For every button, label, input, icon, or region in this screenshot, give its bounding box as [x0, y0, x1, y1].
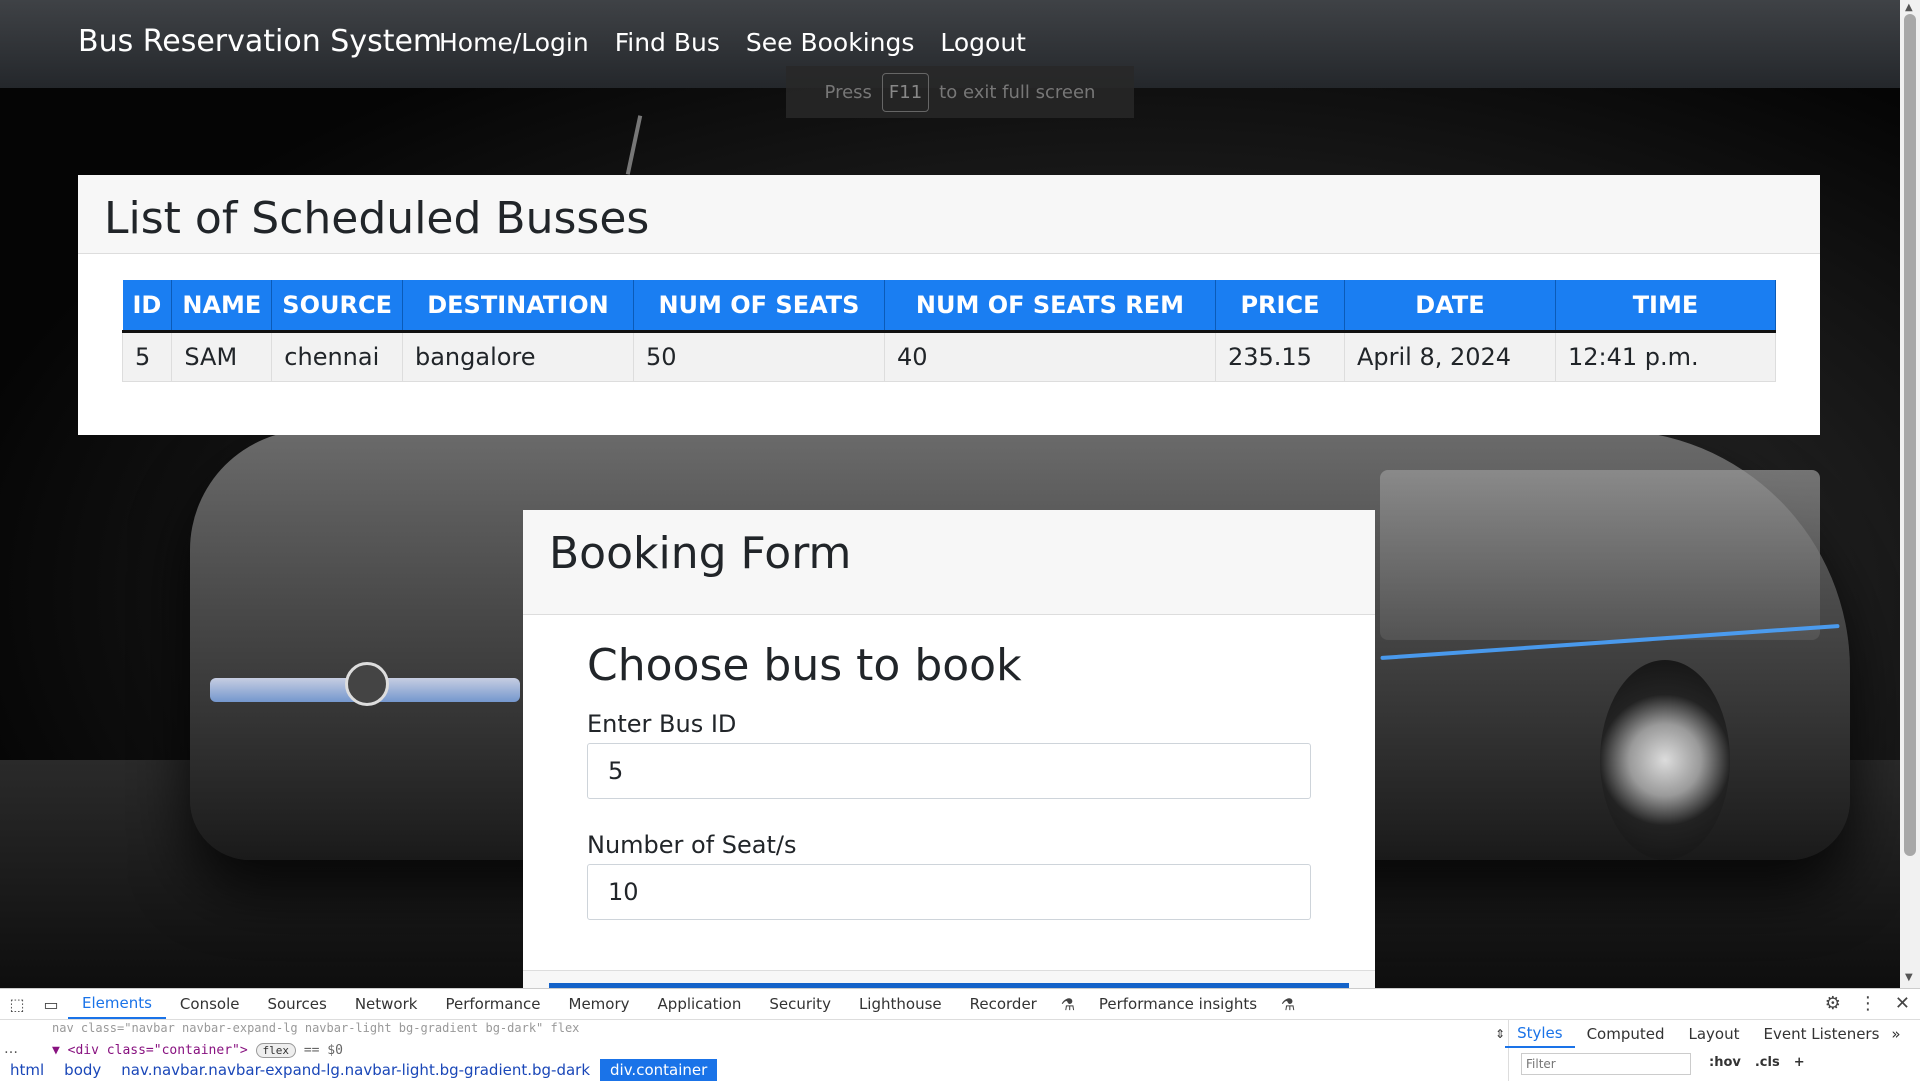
crumb-nav[interactable]: nav.navbar.navbar-expand-lg.navbar-light… — [111, 1059, 600, 1081]
styles-panel: ⇕ Styles Computed Layout Event Listeners… — [1495, 1019, 1920, 1081]
devtools-actions: ⚙ ⋮ ✕ — [1825, 993, 1910, 1014]
col-price: PRICE — [1215, 280, 1345, 333]
settings-gear-icon[interactable]: ⚙ — [1825, 993, 1841, 1014]
tab-event-listeners[interactable]: Event Listeners — [1752, 1025, 1892, 1043]
hov-toggle[interactable]: :hov — [1709, 1055, 1741, 1070]
device-toolbar-icon[interactable]: ▭ — [34, 995, 68, 1014]
cls-toggle[interactable]: .cls — [1755, 1055, 1780, 1070]
bus-id-input[interactable] — [587, 743, 1311, 799]
fullscreen-hint-press: Press — [824, 81, 872, 103]
tab-network[interactable]: Network — [341, 995, 432, 1013]
fullscreen-hint-key: F11 — [881, 72, 930, 112]
tab-console[interactable]: Console — [166, 995, 254, 1013]
cell-date: April 8, 2024 — [1344, 331, 1556, 382]
nav-links: Home/Login Find Bus See Bookings Logout — [439, 28, 1026, 57]
bus-window — [1380, 470, 1820, 640]
tab-application[interactable]: Application — [644, 995, 756, 1013]
col-id: ID — [122, 280, 173, 333]
busses-table: ID NAME SOURCE DESTINATION NUM OF SEATS … — [121, 280, 1777, 382]
booking-subtitle: Choose bus to book — [587, 640, 1022, 691]
more-tabs-icon[interactable]: » — [1891, 1025, 1900, 1043]
col-num-seats-rem: NUM OF SEATS REM — [884, 280, 1216, 333]
cell-destination: bangalore — [402, 331, 634, 382]
booking-form-title: Booking Form — [549, 528, 852, 579]
brand-link[interactable]: Bus Reservation System — [78, 24, 442, 59]
cell-id: 5 — [121, 331, 173, 382]
cell-time: 12:41 p.m. — [1555, 331, 1777, 382]
cell-num-seats: 50 — [633, 331, 885, 382]
bus-wheel — [1600, 660, 1730, 860]
bus-logo-icon — [345, 662, 389, 706]
flex-badge[interactable]: flex — [255, 1043, 296, 1058]
seats-label: Number of Seat/s — [587, 831, 797, 859]
fullscreen-hint-rest: to exit full screen — [939, 81, 1096, 103]
tab-elements[interactable]: Elements — [68, 989, 166, 1019]
cell-name: SAM — [171, 331, 273, 382]
tab-memory[interactable]: Memory — [555, 995, 644, 1013]
table-row: 5 SAM chennai bangalore 50 40 235.15 Apr… — [121, 331, 1777, 382]
page-scrollbar[interactable]: ▲ ▼ — [1900, 0, 1920, 988]
dom-line-faded[interactable]: nav class="navbar navbar-expand-lg navba… — [52, 1021, 672, 1035]
resize-handle-icon[interactable]: ⇕ — [1495, 1027, 1505, 1041]
flask-icon: ⚗ — [1060, 994, 1076, 1014]
tab-computed[interactable]: Computed — [1575, 1025, 1677, 1043]
breadcrumb: html body nav.navbar.navbar-expand-lg.na… — [0, 1059, 718, 1081]
seats-input[interactable] — [587, 864, 1311, 920]
scroll-thumb[interactable] — [1904, 14, 1916, 856]
scroll-up-icon[interactable]: ▲ — [1905, 2, 1913, 13]
dom-tag: <div class="container"> — [67, 1043, 248, 1058]
flask-icon: ⚗ — [1280, 994, 1296, 1014]
styles-filter-input[interactable] — [1521, 1053, 1691, 1075]
devtools-panel: ⬚ ▭ Elements Console Sources Network Per… — [0, 988, 1920, 1081]
crumb-body[interactable]: body — [54, 1059, 111, 1081]
col-num-seats: NUM OF SEATS — [633, 280, 885, 333]
styles-tools: :hov .cls + — [1709, 1055, 1805, 1070]
col-source: SOURCE — [271, 280, 403, 333]
crumb-html[interactable]: html — [0, 1059, 54, 1081]
styles-tabbar: ⇕ Styles Computed Layout Event Listeners… — [1495, 1019, 1920, 1049]
ellipsis-icon[interactable]: … — [4, 1041, 18, 1057]
fullscreen-hint: Press F11 to exit full screen — [786, 66, 1134, 118]
add-rule-icon[interactable]: + — [1794, 1055, 1805, 1070]
table-header-row: ID NAME SOURCE DESTINATION NUM OF SEATS … — [122, 280, 1777, 333]
dom-line-selected[interactable]: ▼ <div class="container"> flex == $0 — [52, 1043, 343, 1058]
cell-num-seats-rem: 40 — [884, 331, 1216, 382]
col-name: NAME — [171, 280, 273, 333]
col-date: DATE — [1344, 280, 1556, 333]
booking-form-card: Booking Form Choose bus to book Enter Bu… — [523, 510, 1375, 988]
tab-styles[interactable]: Styles — [1505, 1020, 1575, 1048]
inspect-element-icon[interactable]: ⬚ — [0, 995, 34, 1014]
tab-performance[interactable]: Performance — [431, 995, 554, 1013]
col-destination: DESTINATION — [402, 280, 634, 333]
tab-security[interactable]: Security — [755, 995, 845, 1013]
nav-home-login[interactable]: Home/Login — [439, 28, 589, 57]
col-time: TIME — [1555, 280, 1777, 333]
tab-recorder[interactable]: Recorder — [956, 995, 1051, 1013]
tab-performance-insights[interactable]: Performance insights — [1085, 995, 1271, 1013]
tab-lighthouse[interactable]: Lighthouse — [845, 995, 956, 1013]
bus-id-label: Enter Bus ID — [587, 710, 737, 738]
tab-sources[interactable]: Sources — [253, 995, 340, 1013]
devtools-tabbar: ⬚ ▭ Elements Console Sources Network Per… — [0, 989, 1920, 1020]
nav-see-bookings[interactable]: See Bookings — [746, 28, 914, 57]
close-icon[interactable]: ✕ — [1895, 993, 1910, 1014]
bus-antenna — [625, 115, 643, 175]
crumb-container[interactable]: div.container — [600, 1059, 718, 1081]
more-options-icon[interactable]: ⋮ — [1859, 993, 1877, 1014]
dom-eq: == $0 — [303, 1043, 343, 1058]
nav-find-bus[interactable]: Find Bus — [615, 28, 720, 57]
scheduled-busses-header: List of Scheduled Busses — [78, 175, 1820, 254]
scheduled-busses-card: List of Scheduled Busses ID NAME SOURCE … — [78, 175, 1820, 435]
booking-form-header: Booking Form — [523, 510, 1375, 615]
cell-price: 235.15 — [1215, 331, 1345, 382]
cell-source: chennai — [271, 331, 403, 382]
scheduled-busses-title: List of Scheduled Busses — [104, 193, 650, 244]
expand-arrow-icon[interactable]: ▼ — [52, 1043, 60, 1058]
nav-logout[interactable]: Logout — [940, 28, 1026, 57]
scroll-down-icon[interactable]: ▼ — [1905, 972, 1913, 983]
tab-layout[interactable]: Layout — [1677, 1025, 1752, 1043]
